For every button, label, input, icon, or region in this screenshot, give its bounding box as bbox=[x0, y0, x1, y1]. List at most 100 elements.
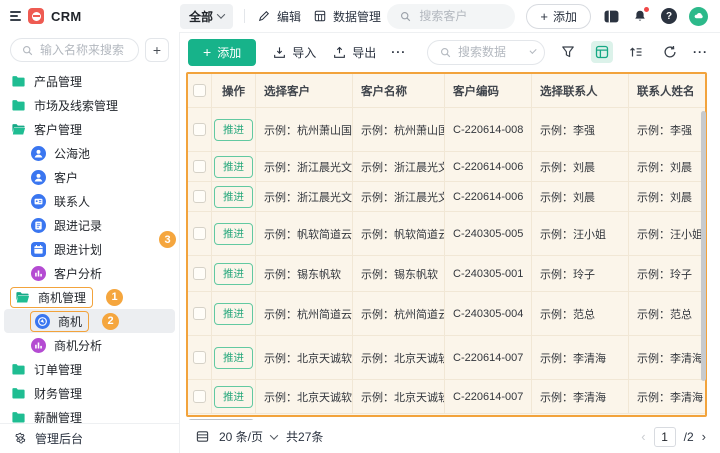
table-row: 推进 示例：北京天诚软件... 示例：北京天诚软件... C-220614-00… bbox=[188, 380, 705, 414]
cell-contact-name: 示例：刘晨 bbox=[629, 152, 705, 181]
cell-select-contact: 示例：汪小姐 bbox=[532, 212, 629, 255]
advance-button[interactable]: 推进 bbox=[214, 156, 253, 178]
sidebar-item-label: 财务管理 bbox=[34, 385, 82, 402]
advance-button[interactable]: 推进 bbox=[214, 347, 253, 369]
cell-customer-name: 示例：浙江晨光文具... bbox=[353, 182, 445, 211]
cell-customer-name: 示例：杭州萧山国际... bbox=[353, 108, 445, 151]
sidebar-item-opportunity[interactable]: 商机 2 bbox=[4, 309, 175, 333]
sidebar-item-customer-analysis[interactable]: 客户分析 bbox=[4, 261, 175, 285]
step-badge-1: 1 bbox=[106, 289, 123, 306]
calendar-icon bbox=[30, 241, 46, 257]
table-row: 推进 示例：锡东帆软 示例：锡东帆软 C-240305-001 示例：玲子 示例… bbox=[188, 256, 705, 292]
sidebar-add-button[interactable]: + bbox=[145, 38, 169, 62]
folder-open-icon bbox=[14, 289, 30, 305]
advance-button[interactable]: 推进 bbox=[214, 223, 253, 245]
sidebar-item-contacts[interactable]: 联系人 bbox=[4, 189, 175, 213]
sidebar-search-row: + bbox=[0, 32, 179, 67]
sidebar-item-market-leads-mgmt[interactable]: 市场及线索管理 bbox=[4, 93, 175, 117]
row-checkbox[interactable] bbox=[193, 160, 206, 173]
topbar: CRM 全部 编辑 数据管理 + 添加 bbox=[0, 0, 720, 32]
more-options-button[interactable]: ··· bbox=[693, 45, 708, 59]
help-icon[interactable]: ? bbox=[660, 7, 678, 25]
action-cell: 推进 bbox=[212, 256, 256, 291]
sidebar-item-order-mgmt[interactable]: 订单管理 bbox=[4, 357, 175, 381]
refresh-icon[interactable] bbox=[659, 41, 681, 63]
next-page-button[interactable]: › bbox=[702, 430, 706, 443]
sidebar-item-followup-plans[interactable]: 跟进计划 bbox=[4, 237, 175, 261]
column-header: 选择客户 bbox=[256, 74, 353, 107]
toolbar-more-button[interactable]: ··· bbox=[391, 45, 406, 59]
row-checkbox[interactable] bbox=[193, 190, 206, 203]
row-checkbox[interactable] bbox=[193, 390, 206, 403]
menu-icon[interactable] bbox=[10, 11, 21, 21]
admin-backend-button[interactable]: 管理后台 bbox=[0, 423, 179, 453]
sidebar-item-opportunity-mgmt[interactable]: 商机管理 1 bbox=[4, 285, 175, 309]
export-label: 导出 bbox=[352, 44, 376, 61]
grid-icon bbox=[312, 8, 328, 24]
folder-icon bbox=[10, 361, 26, 377]
sidebar-item-customers[interactable]: 客户 bbox=[4, 165, 175, 189]
vertical-scrollbar[interactable] bbox=[701, 111, 706, 381]
workbench-panel-icon[interactable] bbox=[602, 7, 620, 25]
cell-select-contact: 示例：李强 bbox=[532, 108, 629, 151]
prev-page-button[interactable]: ‹ bbox=[641, 430, 645, 443]
table-list-icon[interactable] bbox=[194, 429, 210, 445]
table-header-row: 操作选择客户客户名称客户编码选择联系人联系人姓名 bbox=[188, 74, 705, 108]
cell-customer-code: C-220614-006 bbox=[445, 152, 532, 181]
advance-button[interactable]: 推进 bbox=[214, 303, 253, 325]
data-manage-button[interactable]: 数据管理 bbox=[312, 8, 381, 25]
search-icon bbox=[437, 44, 453, 60]
action-cell: 推进 bbox=[212, 212, 256, 255]
global-add-button[interactable]: + 添加 bbox=[526, 4, 591, 29]
gear-icon bbox=[12, 431, 28, 447]
chevron-down-icon[interactable] bbox=[529, 47, 536, 54]
sidebar-item-product-mgmt[interactable]: 产品管理 bbox=[4, 69, 175, 93]
sidebar-item-opportunity-analysis[interactable]: 商机分析 bbox=[4, 333, 175, 357]
data-table: 操作选择客户客户名称客户编码选择联系人联系人姓名 推进 示例：杭州萧山国际...… bbox=[186, 72, 707, 417]
sidebar-item-label: 商机 bbox=[58, 313, 82, 330]
row-checkbox[interactable] bbox=[193, 267, 206, 280]
sidebar-item-label: 跟进计划 bbox=[54, 241, 102, 258]
row-height-icon[interactable] bbox=[625, 41, 647, 63]
sidebar-item-followup-records[interactable]: 跟进记录 bbox=[4, 213, 175, 237]
sidebar-item-finance-mgmt[interactable]: 财务管理 bbox=[4, 381, 175, 405]
column-header: 客户编码 bbox=[445, 74, 532, 107]
view-selector[interactable]: 全部 bbox=[180, 4, 233, 29]
advance-button[interactable]: 推进 bbox=[214, 119, 253, 141]
notification-bell-icon[interactable] bbox=[631, 7, 649, 25]
edit-label: 编辑 bbox=[277, 8, 301, 25]
advance-button[interactable]: 推进 bbox=[214, 186, 253, 208]
crm-app: CRM 全部 编辑 数据管理 + 添加 bbox=[0, 0, 720, 453]
table-body: 推进 示例：杭州萧山国际... 示例：杭州萧山国际... C-220614-00… bbox=[188, 108, 705, 414]
sidebar-item-customer-mgmt[interactable]: 客户管理 bbox=[4, 117, 175, 141]
edit-button[interactable]: 编辑 bbox=[256, 8, 301, 25]
row-checkbox[interactable] bbox=[193, 123, 206, 136]
add-record-button[interactable]: + 添加 bbox=[188, 39, 256, 66]
page-size-selector[interactable]: 20 条/页 bbox=[219, 428, 277, 445]
view-selector-label: 全部 bbox=[189, 8, 213, 25]
row-checkbox[interactable] bbox=[193, 227, 206, 240]
export-button[interactable]: 导出 bbox=[331, 44, 376, 61]
add-record-label: 添加 bbox=[217, 44, 241, 61]
select-all-checkbox[interactable] bbox=[193, 84, 206, 97]
sidebar-item-public-pool[interactable]: 公海池 bbox=[4, 141, 175, 165]
sidebar-search-input[interactable] bbox=[40, 43, 130, 57]
import-button[interactable]: 导入 bbox=[271, 44, 316, 61]
current-page-input[interactable]: 1 bbox=[654, 427, 676, 447]
cell-select-contact: 示例：刘晨 bbox=[532, 182, 629, 211]
pagination-bar: 20 条/页 共27条 ‹ 1 /2 › bbox=[180, 420, 720, 453]
data-manage-label: 数据管理 bbox=[333, 8, 381, 25]
advance-button[interactable]: 推进 bbox=[214, 263, 253, 285]
row-checkbox[interactable] bbox=[193, 351, 206, 364]
view-toggle-button[interactable] bbox=[591, 41, 613, 63]
global-search-input[interactable] bbox=[419, 9, 505, 23]
user-avatar[interactable] bbox=[689, 7, 708, 26]
plus-icon: + bbox=[540, 9, 548, 24]
total-count: 共27条 bbox=[286, 428, 323, 445]
table-search-input[interactable] bbox=[458, 45, 526, 59]
advance-button[interactable]: 推进 bbox=[214, 386, 253, 408]
row-checkbox[interactable] bbox=[193, 307, 206, 320]
filter-icon[interactable] bbox=[557, 41, 579, 63]
column-header: 客户名称 bbox=[353, 74, 445, 107]
cell-contact-name: 示例：刘晨 bbox=[629, 182, 705, 211]
